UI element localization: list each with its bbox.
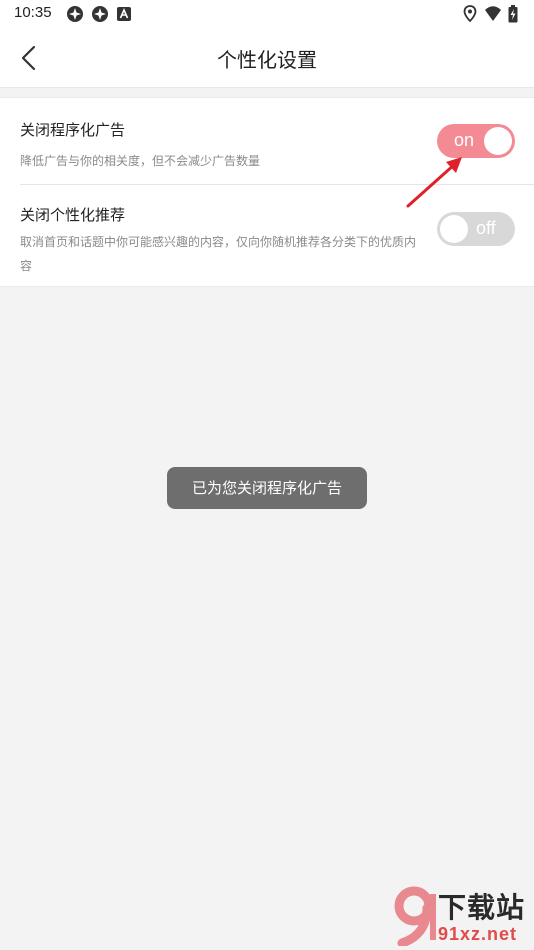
watermark-url: 91xz.net [438, 924, 518, 944]
page-title: 个性化设置 [217, 48, 317, 72]
watermark-logo-icon [394, 886, 436, 946]
toggle-knob [440, 215, 468, 243]
setting-title: 关闭程序化广告 [20, 121, 126, 139]
personalized-recommendation-toggle[interactable]: off [437, 212, 515, 246]
setting-description: 取消首页和话题中你可能感兴趣的内容，仅向你随机推荐各分类下的优质内容 [20, 235, 417, 273]
toggle-knob [484, 127, 512, 155]
setting-title: 关闭个性化推荐 [20, 206, 126, 224]
toast-message: 已为您关闭程序化广告 [167, 467, 367, 509]
watermark-title: 下载站 [438, 891, 526, 924]
battery-charging-icon [508, 5, 518, 23]
app-header: 个性化设置 [0, 28, 534, 88]
android-a-icon [117, 7, 131, 21]
notification-app-icon [92, 6, 108, 22]
annotation-arrow-icon [406, 157, 462, 208]
notification-app-icon [67, 6, 83, 22]
toggle-label: off [476, 218, 496, 238]
setting-description: 降低广告与你的相关度，但不会减少广告数量 [20, 154, 261, 168]
status-time: 10:35 [14, 4, 52, 21]
status-bar: 10:35 [0, 0, 534, 28]
location-icon [463, 5, 477, 23]
watermark: 下载站 91xz.net [392, 884, 534, 950]
wifi-icon [485, 6, 501, 21]
